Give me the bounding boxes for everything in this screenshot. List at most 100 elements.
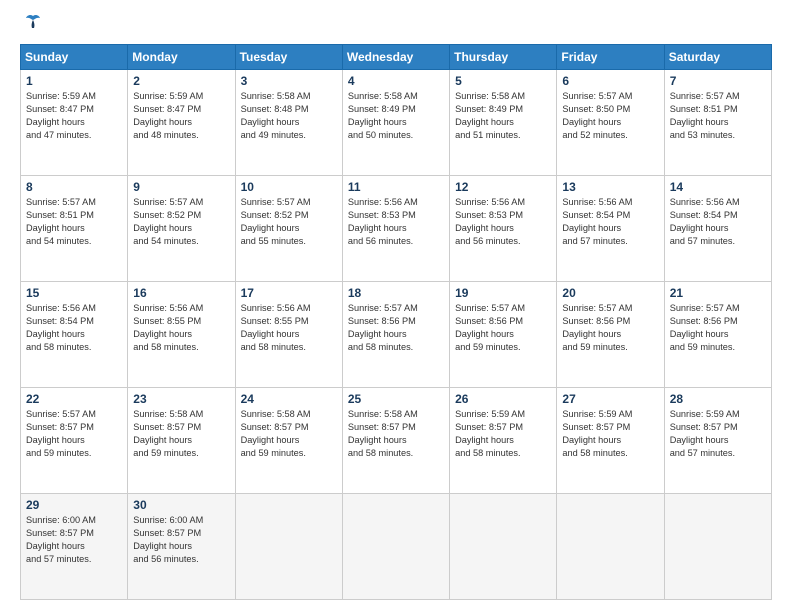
day-info: Sunrise: 5:56 AMSunset: 8:54 PMDaylight … <box>670 196 766 248</box>
weekday-header-tuesday: Tuesday <box>235 45 342 70</box>
day-info: Sunrise: 5:58 AMSunset: 8:57 PMDaylight … <box>133 408 229 460</box>
calendar-cell: 6 Sunrise: 5:57 AMSunset: 8:50 PMDaylight… <box>557 70 664 176</box>
day-info: Sunrise: 5:56 AMSunset: 8:54 PMDaylight … <box>26 302 122 354</box>
day-info: Sunrise: 5:57 AMSunset: 8:52 PMDaylight … <box>133 196 229 248</box>
day-info: Sunrise: 5:57 AMSunset: 8:51 PMDaylight … <box>26 196 122 248</box>
calendar-cell: 26 Sunrise: 5:59 AMSunset: 8:57 PMDayligh… <box>450 388 557 494</box>
weekday-header-sunday: Sunday <box>21 45 128 70</box>
day-info: Sunrise: 5:58 AMSunset: 8:57 PMDaylight … <box>241 408 337 460</box>
day-number: 6 <box>562 74 658 88</box>
day-number: 17 <box>241 286 337 300</box>
calendar-cell: 28 Sunrise: 5:59 AMSunset: 8:57 PMDayligh… <box>664 388 771 494</box>
day-number: 11 <box>348 180 444 194</box>
day-info: Sunrise: 5:59 AMSunset: 8:47 PMDaylight … <box>26 90 122 142</box>
weekday-header-wednesday: Wednesday <box>342 45 449 70</box>
day-info: Sunrise: 5:57 AMSunset: 8:50 PMDaylight … <box>562 90 658 142</box>
day-info: Sunrise: 5:56 AMSunset: 8:55 PMDaylight … <box>241 302 337 354</box>
day-number: 1 <box>26 74 122 88</box>
calendar-cell: 22Sunrise: 5:57 AMSunset: 8:57 PMDayligh… <box>21 388 128 494</box>
weekday-header-friday: Friday <box>557 45 664 70</box>
day-number: 14 <box>670 180 766 194</box>
calendar-cell <box>664 494 771 600</box>
calendar-cell: 20 Sunrise: 5:57 AMSunset: 8:56 PMDayligh… <box>557 282 664 388</box>
day-number: 2 <box>133 74 229 88</box>
day-number: 25 <box>348 392 444 406</box>
calendar-cell: 1 Sunrise: 5:59 AMSunset: 8:47 PMDaylight… <box>21 70 128 176</box>
day-info: Sunrise: 5:59 AMSunset: 8:57 PMDaylight … <box>562 408 658 460</box>
day-number: 13 <box>562 180 658 194</box>
header <box>20 16 772 34</box>
calendar-cell: 15 Sunrise: 5:56 AMSunset: 8:54 PMDayligh… <box>21 282 128 388</box>
day-info: Sunrise: 5:57 AMSunset: 8:52 PMDaylight … <box>241 196 337 248</box>
day-number: 20 <box>562 286 658 300</box>
calendar-cell: 21Sunrise: 5:57 AMSunset: 8:56 PMDayligh… <box>664 282 771 388</box>
calendar-cell: 24 Sunrise: 5:58 AMSunset: 8:57 PMDayligh… <box>235 388 342 494</box>
calendar-week-row: 15 Sunrise: 5:56 AMSunset: 8:54 PMDayligh… <box>21 282 772 388</box>
day-number: 5 <box>455 74 551 88</box>
calendar-cell: 29 Sunrise: 6:00 AMSunset: 8:57 PMDayligh… <box>21 494 128 600</box>
day-info: Sunrise: 5:56 AMSunset: 8:54 PMDaylight … <box>562 196 658 248</box>
calendar-cell: 9Sunrise: 5:57 AMSunset: 8:52 PMDaylight… <box>128 176 235 282</box>
calendar-cell: 19 Sunrise: 5:57 AMSunset: 8:56 PMDayligh… <box>450 282 557 388</box>
calendar-cell: 16Sunrise: 5:56 AMSunset: 8:55 PMDayligh… <box>128 282 235 388</box>
calendar-cell: 25 Sunrise: 5:58 AMSunset: 8:57 PMDayligh… <box>342 388 449 494</box>
day-info: Sunrise: 5:58 AMSunset: 8:57 PMDaylight … <box>348 408 444 460</box>
day-info: Sunrise: 5:56 AMSunset: 8:53 PMDaylight … <box>348 196 444 248</box>
day-info: Sunrise: 5:56 AMSunset: 8:55 PMDaylight … <box>133 302 229 354</box>
day-info: Sunrise: 5:58 AMSunset: 8:48 PMDaylight … <box>241 90 337 142</box>
weekday-header-saturday: Saturday <box>664 45 771 70</box>
calendar-cell: 11 Sunrise: 5:56 AMSunset: 8:53 PMDayligh… <box>342 176 449 282</box>
logo <box>20 16 44 34</box>
day-number: 23 <box>133 392 229 406</box>
day-info: Sunrise: 6:00 AMSunset: 8:57 PMDaylight … <box>26 514 122 566</box>
day-info: Sunrise: 6:00 AMSunset: 8:57 PMDaylight … <box>133 514 229 566</box>
day-number: 7 <box>670 74 766 88</box>
calendar-cell: 5Sunrise: 5:58 AMSunset: 8:49 PMDaylight… <box>450 70 557 176</box>
calendar-cell <box>557 494 664 600</box>
calendar-week-row: 29 Sunrise: 6:00 AMSunset: 8:57 PMDayligh… <box>21 494 772 600</box>
calendar-cell: 10 Sunrise: 5:57 AMSunset: 8:52 PMDayligh… <box>235 176 342 282</box>
calendar-cell: 30 Sunrise: 6:00 AMSunset: 8:57 PMDayligh… <box>128 494 235 600</box>
day-number: 24 <box>241 392 337 406</box>
calendar-cell: 4 Sunrise: 5:58 AMSunset: 8:49 PMDaylight… <box>342 70 449 176</box>
day-info: Sunrise: 5:59 AMSunset: 8:57 PMDaylight … <box>455 408 551 460</box>
day-info: Sunrise: 5:57 AMSunset: 8:56 PMDaylight … <box>455 302 551 354</box>
calendar-cell <box>450 494 557 600</box>
calendar-week-row: 22Sunrise: 5:57 AMSunset: 8:57 PMDayligh… <box>21 388 772 494</box>
calendar-cell: 12Sunrise: 5:56 AMSunset: 8:53 PMDayligh… <box>450 176 557 282</box>
day-number: 21 <box>670 286 766 300</box>
day-info: Sunrise: 5:57 AMSunset: 8:57 PMDaylight … <box>26 408 122 460</box>
calendar-cell: 7 Sunrise: 5:57 AMSunset: 8:51 PMDaylight… <box>664 70 771 176</box>
calendar-week-row: 8 Sunrise: 5:57 AMSunset: 8:51 PMDaylight… <box>21 176 772 282</box>
day-number: 15 <box>26 286 122 300</box>
weekday-header-row: SundayMondayTuesdayWednesdayThursdayFrid… <box>21 45 772 70</box>
day-info: Sunrise: 5:57 AMSunset: 8:56 PMDaylight … <box>348 302 444 354</box>
weekday-header-thursday: Thursday <box>450 45 557 70</box>
day-number: 28 <box>670 392 766 406</box>
day-info: Sunrise: 5:56 AMSunset: 8:53 PMDaylight … <box>455 196 551 248</box>
calendar-cell: 17 Sunrise: 5:56 AMSunset: 8:55 PMDayligh… <box>235 282 342 388</box>
day-info: Sunrise: 5:57 AMSunset: 8:56 PMDaylight … <box>562 302 658 354</box>
calendar-cell <box>342 494 449 600</box>
calendar-cell <box>235 494 342 600</box>
calendar-cell: 8 Sunrise: 5:57 AMSunset: 8:51 PMDaylight… <box>21 176 128 282</box>
calendar-week-row: 1 Sunrise: 5:59 AMSunset: 8:47 PMDaylight… <box>21 70 772 176</box>
day-number: 4 <box>348 74 444 88</box>
day-number: 10 <box>241 180 337 194</box>
day-info: Sunrise: 5:59 AMSunset: 8:47 PMDaylight … <box>133 90 229 142</box>
calendar-cell: 18 Sunrise: 5:57 AMSunset: 8:56 PMDayligh… <box>342 282 449 388</box>
day-number: 3 <box>241 74 337 88</box>
day-info: Sunrise: 5:59 AMSunset: 8:57 PMDaylight … <box>670 408 766 460</box>
calendar-table: SundayMondayTuesdayWednesdayThursdayFrid… <box>20 44 772 600</box>
calendar-cell: 3 Sunrise: 5:58 AMSunset: 8:48 PMDaylight… <box>235 70 342 176</box>
day-number: 18 <box>348 286 444 300</box>
day-number: 8 <box>26 180 122 194</box>
day-number: 30 <box>133 498 229 512</box>
calendar-cell: 27Sunrise: 5:59 AMSunset: 8:57 PMDayligh… <box>557 388 664 494</box>
day-number: 29 <box>26 498 122 512</box>
day-number: 26 <box>455 392 551 406</box>
day-info: Sunrise: 5:57 AMSunset: 8:51 PMDaylight … <box>670 90 766 142</box>
page: SundayMondayTuesdayWednesdayThursdayFrid… <box>0 0 792 612</box>
day-info: Sunrise: 5:58 AMSunset: 8:49 PMDaylight … <box>348 90 444 142</box>
day-number: 19 <box>455 286 551 300</box>
